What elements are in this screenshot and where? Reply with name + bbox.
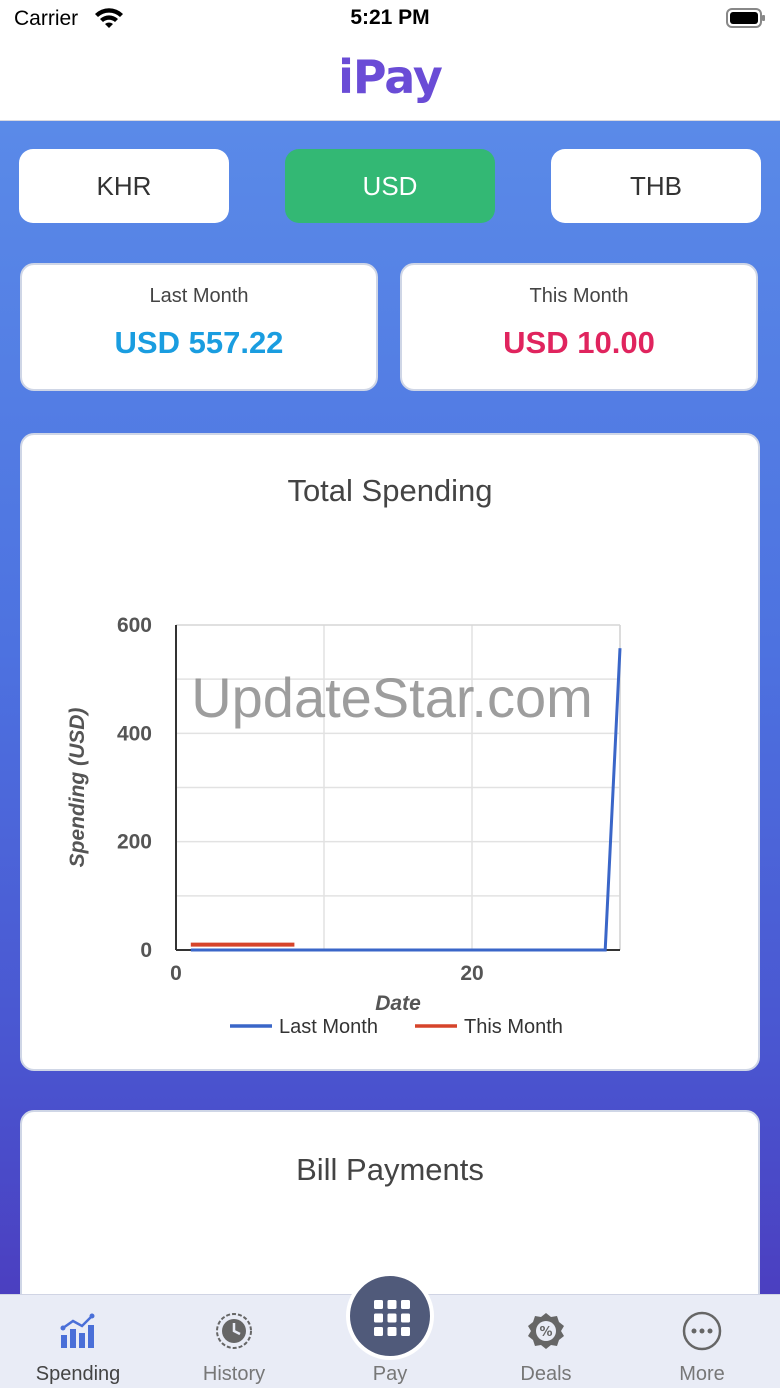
currency-tab-thb[interactable]: THB	[551, 149, 761, 223]
currency-tab-khr[interactable]: KHR	[19, 149, 229, 223]
chart-bars-icon	[60, 1313, 95, 1348]
svg-text:%: %	[539, 1325, 552, 1340]
clock-icon	[216, 1313, 252, 1349]
percent-badge-icon: %	[528, 1313, 564, 1349]
last-month-label: Last Month	[149, 285, 249, 307]
tab-history-label: History	[202, 1363, 266, 1385]
tab-deals[interactable]: % Deals	[468, 1295, 624, 1388]
tab-deals-label: Deals	[520, 1363, 572, 1385]
status-time: 5:21 PM	[350, 6, 430, 29]
this-month-value: USD 10.00	[503, 325, 655, 360]
tab-history[interactable]: History	[156, 1295, 312, 1388]
y-tick-label: 200	[117, 831, 152, 854]
y-tick-label: 400	[117, 722, 152, 745]
bill-payments-title: Bill Payments	[296, 1152, 484, 1187]
ellipsis-circle-icon	[682, 1311, 722, 1351]
this-month-card: This Month USD 10.00	[400, 263, 758, 391]
tab-pay-label: Pay	[372, 1363, 408, 1385]
tab-spending[interactable]: Spending	[0, 1295, 156, 1388]
x-axis-label: Date	[375, 992, 421, 1015]
tab-more[interactable]: More	[624, 1295, 780, 1388]
grid-icon	[374, 1300, 410, 1336]
last-month-value: USD 557.22	[114, 325, 284, 360]
tab-more-label: More	[679, 1363, 725, 1385]
currency-tab-usd[interactable]: USD	[285, 149, 495, 223]
spending-dashboard: KHR USD THB Last Month USD 557.22 This M…	[0, 121, 780, 1294]
ipay-logo: iPay	[338, 50, 443, 104]
x-tick-label: 20	[460, 962, 483, 985]
total-spending-card: Total Spending 0 200 400 600 0 20 Date Spending…	[20, 433, 760, 1071]
app-header: iPay	[0, 40, 780, 121]
legend-label: This Month	[464, 1016, 563, 1038]
status-bar: Carrier 5:21 PM	[0, 0, 780, 40]
bill-payments-card: Bill Payments	[20, 1110, 760, 1294]
spending-line-chart: 0 200 400 600 0 20 Date Spending (USD) Last Mont…	[66, 614, 622, 1038]
y-tick-label: 0	[140, 939, 152, 962]
tab-spending-label: Spending	[35, 1363, 121, 1385]
x-tick-label: 0	[170, 962, 182, 985]
last-month-card: Last Month USD 557.22	[20, 263, 378, 391]
y-tick-label: 600	[117, 614, 152, 637]
y-axis-label: Spending (USD)	[66, 708, 89, 868]
this-month-label: This Month	[529, 285, 629, 307]
battery-icon	[726, 8, 765, 28]
watermark-text: UpdateStar.com	[191, 666, 593, 729]
legend-label: Last Month	[279, 1016, 378, 1038]
pay-button[interactable]	[346, 1272, 434, 1360]
